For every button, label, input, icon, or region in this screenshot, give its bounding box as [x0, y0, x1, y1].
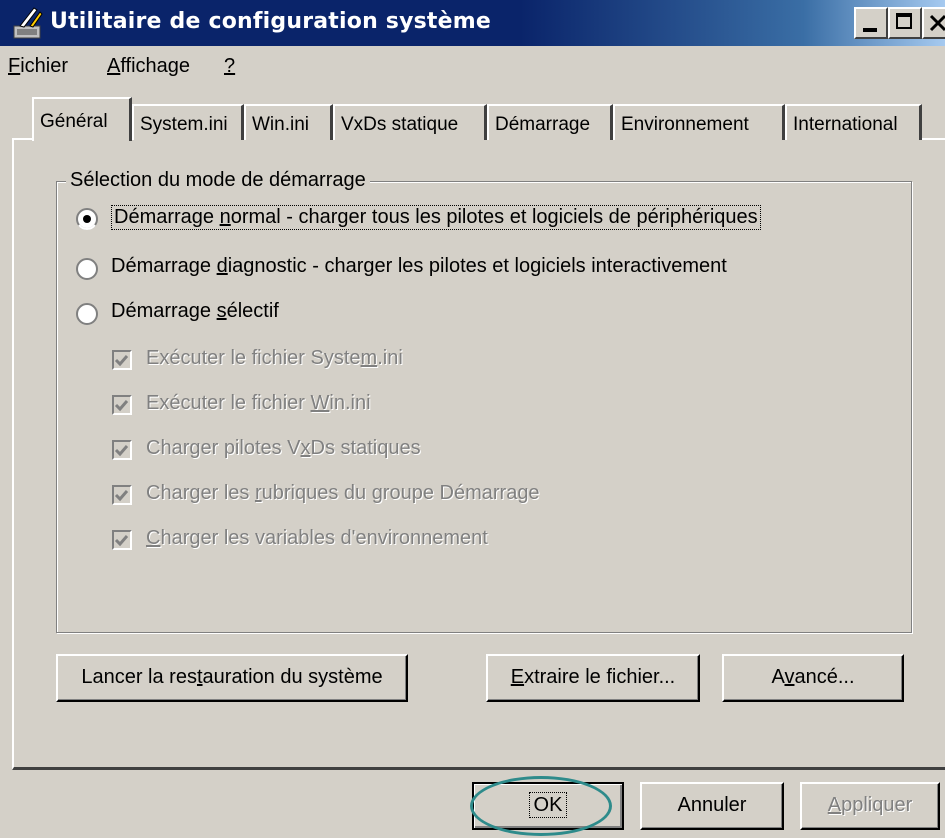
window-title: Utilitaire de configuration système	[50, 9, 492, 34]
tab-demarrage[interactable]: Démarrage	[487, 104, 613, 140]
tab-system-ini[interactable]: System.ini	[132, 104, 244, 140]
checkbox-system-ini-label: Exécuter le fichier System.ini	[146, 347, 403, 369]
cancel-button[interactable]: Annuler	[640, 782, 784, 830]
title-bar[interactable]: Utilitaire de configuration système	[0, 0, 945, 46]
minimize-button[interactable]	[854, 7, 888, 39]
extract-file-button[interactable]: Extraire le fichier...	[486, 654, 700, 702]
checkbox-checked-icon	[112, 350, 132, 370]
radio-diagnostic-label: Démarrage diagnostic - charger les pilot…	[111, 255, 727, 277]
checkbox-checked-icon	[112, 440, 132, 460]
launch-system-restore-button[interactable]: Lancer la restauration du système	[56, 654, 408, 702]
tab-general[interactable]: Général	[32, 97, 132, 141]
radio-unchecked-icon	[76, 258, 98, 280]
group-legend: Sélection du mode de démarrage	[66, 169, 370, 192]
menu-fichier[interactable]: Fichier	[8, 55, 68, 78]
maximize-icon	[896, 13, 912, 29]
tab-international[interactable]: International	[785, 104, 922, 140]
minimize-icon	[863, 28, 877, 32]
radio-unchecked-icon	[76, 303, 98, 325]
checkbox-environment-vars-label: Charger les variables d'environnement	[146, 527, 488, 549]
tab-vxds-statique[interactable]: VxDs statique	[333, 104, 487, 140]
maximize-button[interactable]	[888, 7, 922, 39]
checkbox-win-ini-label: Exécuter le fichier Win.ini	[146, 392, 371, 414]
tab-environnement[interactable]: Environnement	[613, 104, 785, 140]
checkbox-static-vxds-label: Charger pilotes VxDs statiques	[146, 437, 421, 459]
msconfig-icon	[13, 7, 43, 39]
checkbox-startup-items-label: Charger les rubriques du groupe Démarrag…	[146, 482, 540, 504]
menu-help[interactable]: ?	[224, 55, 235, 78]
close-button[interactable]	[922, 7, 945, 39]
ok-button[interactable]: OK	[472, 782, 624, 830]
menu-bar: Fichier Affichage ?	[0, 50, 945, 84]
advanced-button[interactable]: Avancé...	[722, 654, 904, 702]
radio-normal-label: Démarrage normal - charger tous les pilo…	[111, 205, 761, 230]
checkbox-checked-icon	[112, 395, 132, 415]
close-icon	[929, 14, 945, 32]
menu-affichage[interactable]: Affichage	[107, 55, 190, 78]
radio-checked-icon	[76, 208, 98, 230]
tab-win-ini[interactable]: Win.ini	[244, 104, 333, 140]
apply-button[interactable]: Appliquer	[800, 782, 940, 830]
checkbox-checked-icon	[112, 530, 132, 550]
radio-selective-label: Démarrage sélectif	[111, 300, 279, 322]
checkbox-checked-icon	[112, 485, 132, 505]
